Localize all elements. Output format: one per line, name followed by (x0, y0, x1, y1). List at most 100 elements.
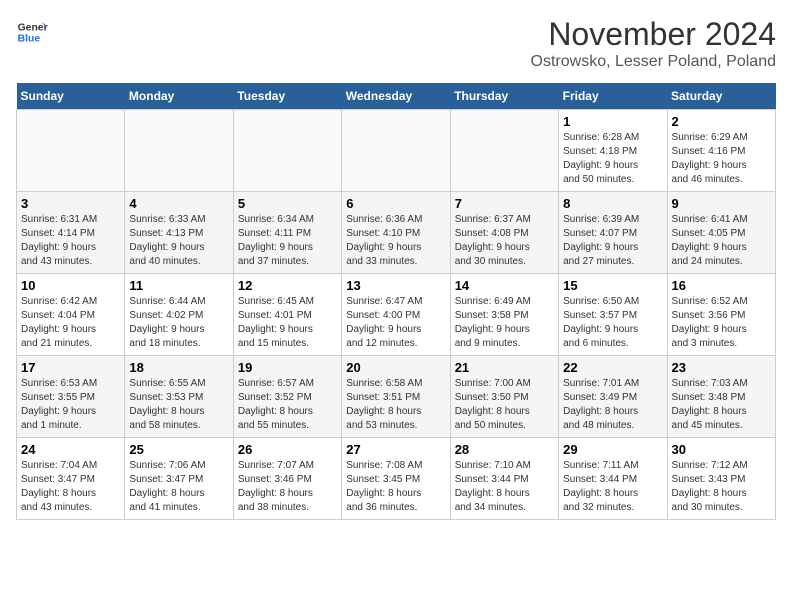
weekday-header-wednesday: Wednesday (342, 83, 450, 110)
day-info: Sunrise: 6:44 AMSunset: 4:02 PMDaylight:… (129, 295, 228, 351)
calendar-cell: 25 Sunrise: 7:06 AMSunset: 3:47 PMDayligh… (125, 438, 233, 520)
calendar-cell: 28 Sunrise: 7:10 AMSunset: 3:44 PMDayligh… (450, 438, 558, 520)
day-info: Sunrise: 6:34 AMSunset: 4:11 PMDaylight:… (238, 213, 337, 269)
calendar-cell (342, 110, 450, 192)
day-info: Sunrise: 6:52 AMSunset: 3:56 PMDaylight:… (672, 295, 771, 351)
day-number: 20 (346, 360, 445, 375)
day-info: Sunrise: 6:49 AMSunset: 3:58 PMDaylight:… (455, 295, 554, 351)
day-number: 18 (129, 360, 228, 375)
day-number: 14 (455, 278, 554, 293)
day-number: 13 (346, 278, 445, 293)
weekday-header-saturday: Saturday (667, 83, 775, 110)
calendar-cell: 30 Sunrise: 7:12 AMSunset: 3:43 PMDayligh… (667, 438, 775, 520)
calendar-cell: 1 Sunrise: 6:28 AMSunset: 4:18 PMDaylight… (559, 110, 667, 192)
day-number: 25 (129, 442, 228, 457)
day-info: Sunrise: 7:12 AMSunset: 3:43 PMDaylight:… (672, 459, 771, 515)
day-info: Sunrise: 7:04 AMSunset: 3:47 PMDaylight:… (21, 459, 120, 515)
month-title: November 2024 (531, 16, 776, 53)
day-number: 10 (21, 278, 120, 293)
day-info: Sunrise: 6:57 AMSunset: 3:52 PMDaylight:… (238, 377, 337, 433)
day-info: Sunrise: 7:10 AMSunset: 3:44 PMDaylight:… (455, 459, 554, 515)
day-number: 2 (672, 114, 771, 129)
calendar-cell: 15Sunrise: 6:50 AMSunset: 3:57 PMDayligh… (559, 274, 667, 356)
calendar-cell: 6 Sunrise: 6:36 AMSunset: 4:10 PMDaylight… (342, 192, 450, 274)
calendar-cell: 17 Sunrise: 6:53 AMSunset: 3:55 PMDayligh… (17, 356, 125, 438)
calendar-cell: 24Sunrise: 7:04 AMSunset: 3:47 PMDayligh… (17, 438, 125, 520)
day-info: Sunrise: 6:45 AMSunset: 4:01 PMDaylight:… (238, 295, 337, 351)
calendar-week-2: 3Sunrise: 6:31 AMSunset: 4:14 PMDaylight… (17, 192, 776, 274)
day-info: Sunrise: 7:01 AMSunset: 3:49 PMDaylight:… (563, 377, 662, 433)
day-number: 19 (238, 360, 337, 375)
day-info: Sunrise: 6:29 AMSunset: 4:16 PMDaylight:… (672, 131, 771, 187)
day-number: 12 (238, 278, 337, 293)
day-info: Sunrise: 6:47 AMSunset: 4:00 PMDaylight:… (346, 295, 445, 351)
day-number: 7 (455, 196, 554, 211)
day-number: 1 (563, 114, 662, 129)
day-number: 28 (455, 442, 554, 457)
calendar-cell: 21 Sunrise: 7:00 AMSunset: 3:50 PMDayligh… (450, 356, 558, 438)
weekday-header-sunday: Sunday (17, 83, 125, 110)
day-number: 6 (346, 196, 445, 211)
calendar-cell: 16 Sunrise: 6:52 AMSunset: 3:56 PMDayligh… (667, 274, 775, 356)
calendar-cell (450, 110, 558, 192)
weekday-header-tuesday: Tuesday (233, 83, 341, 110)
day-number: 5 (238, 196, 337, 211)
logo: General Blue (16, 16, 48, 48)
day-number: 23 (672, 360, 771, 375)
day-number: 8 (563, 196, 662, 211)
calendar-cell: 12 Sunrise: 6:45 AMSunset: 4:01 PMDayligh… (233, 274, 341, 356)
day-number: 9 (672, 196, 771, 211)
svg-text:Blue: Blue (18, 34, 41, 45)
day-info: Sunrise: 6:39 AMSunset: 4:07 PMDaylight:… (563, 213, 662, 269)
day-info: Sunrise: 6:53 AMSunset: 3:55 PMDaylight:… (21, 377, 120, 433)
calendar-cell: 8 Sunrise: 6:39 AMSunset: 4:07 PMDaylight… (559, 192, 667, 274)
calendar-table: SundayMondayTuesdayWednesdayThursdayFrid… (16, 83, 776, 520)
day-info: Sunrise: 7:08 AMSunset: 3:45 PMDaylight:… (346, 459, 445, 515)
day-info: Sunrise: 7:07 AMSunset: 3:46 PMDaylight:… (238, 459, 337, 515)
calendar-cell: 20Sunrise: 6:58 AMSunset: 3:51 PMDayligh… (342, 356, 450, 438)
calendar-cell: 2 Sunrise: 6:29 AMSunset: 4:16 PMDaylight… (667, 110, 775, 192)
calendar-cell: 19 Sunrise: 6:57 AMSunset: 3:52 PMDayligh… (233, 356, 341, 438)
calendar-cell (233, 110, 341, 192)
day-number: 26 (238, 442, 337, 457)
calendar-week-5: 24Sunrise: 7:04 AMSunset: 3:47 PMDayligh… (17, 438, 776, 520)
day-number: 3 (21, 196, 120, 211)
calendar-cell: 22 Sunrise: 7:01 AMSunset: 3:49 PMDayligh… (559, 356, 667, 438)
calendar-cell: 26 Sunrise: 7:07 AMSunset: 3:46 PMDayligh… (233, 438, 341, 520)
calendar-cell (125, 110, 233, 192)
calendar-week-1: 1 Sunrise: 6:28 AMSunset: 4:18 PMDaylight… (17, 110, 776, 192)
calendar-cell: 7 Sunrise: 6:37 AMSunset: 4:08 PMDaylight… (450, 192, 558, 274)
day-number: 22 (563, 360, 662, 375)
day-info: Sunrise: 6:41 AMSunset: 4:05 PMDaylight:… (672, 213, 771, 269)
calendar-cell: 27 Sunrise: 7:08 AMSunset: 3:45 PMDayligh… (342, 438, 450, 520)
calendar-cell: 14 Sunrise: 6:49 AMSunset: 3:58 PMDayligh… (450, 274, 558, 356)
calendar-cell: 3Sunrise: 6:31 AMSunset: 4:14 PMDaylight… (17, 192, 125, 274)
title-block: November 2024 Ostrowsko, Lesser Poland, … (531, 16, 776, 71)
calendar-cell: 11Sunrise: 6:44 AMSunset: 4:02 PMDayligh… (125, 274, 233, 356)
day-number: 29 (563, 442, 662, 457)
day-info: Sunrise: 6:36 AMSunset: 4:10 PMDaylight:… (346, 213, 445, 269)
day-number: 30 (672, 442, 771, 457)
day-number: 16 (672, 278, 771, 293)
day-info: Sunrise: 7:03 AMSunset: 3:48 PMDaylight:… (672, 377, 771, 433)
calendar-cell: 9 Sunrise: 6:41 AMSunset: 4:05 PMDaylight… (667, 192, 775, 274)
calendar-cell (17, 110, 125, 192)
weekday-header-friday: Friday (559, 83, 667, 110)
day-info: Sunrise: 6:28 AMSunset: 4:18 PMDaylight:… (563, 131, 662, 187)
day-number: 21 (455, 360, 554, 375)
calendar-cell: 4Sunrise: 6:33 AMSunset: 4:13 PMDaylight… (125, 192, 233, 274)
calendar-cell: 5 Sunrise: 6:34 AMSunset: 4:11 PMDaylight… (233, 192, 341, 274)
weekday-header-row: SundayMondayTuesdayWednesdayThursdayFrid… (17, 83, 776, 110)
weekday-header-monday: Monday (125, 83, 233, 110)
day-number: 17 (21, 360, 120, 375)
day-info: Sunrise: 6:37 AMSunset: 4:08 PMDaylight:… (455, 213, 554, 269)
day-number: 27 (346, 442, 445, 457)
day-info: Sunrise: 6:42 AMSunset: 4:04 PMDaylight:… (21, 295, 120, 351)
day-info: Sunrise: 7:06 AMSunset: 3:47 PMDaylight:… (129, 459, 228, 515)
logo-icon: General Blue (16, 16, 48, 48)
header: General Blue November 2024 Ostrowsko, Le… (16, 16, 776, 71)
calendar-cell: 13 Sunrise: 6:47 AMSunset: 4:00 PMDayligh… (342, 274, 450, 356)
day-info: Sunrise: 7:00 AMSunset: 3:50 PMDaylight:… (455, 377, 554, 433)
day-number: 15 (563, 278, 662, 293)
day-info: Sunrise: 7:11 AMSunset: 3:44 PMDaylight:… (563, 459, 662, 515)
